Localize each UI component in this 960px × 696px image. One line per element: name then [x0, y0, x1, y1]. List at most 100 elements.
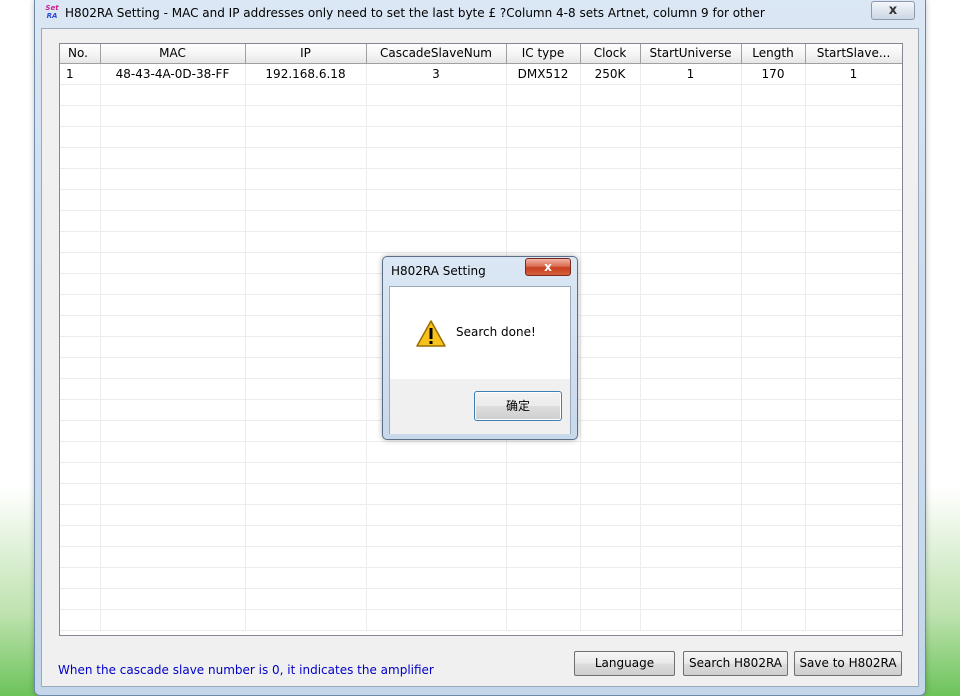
table-cell[interactable] — [100, 420, 246, 442]
table-cell[interactable] — [100, 546, 246, 568]
table-cell[interactable] — [741, 525, 806, 547]
table-row[interactable] — [60, 609, 902, 631]
table-cell[interactable] — [580, 126, 641, 148]
table-cell[interactable] — [741, 147, 806, 169]
table-cell[interactable] — [245, 84, 367, 106]
table-cell[interactable] — [640, 420, 742, 442]
table-cell[interactable] — [60, 273, 101, 295]
dialog-close-button[interactable]: x — [525, 258, 571, 276]
table-cell[interactable] — [640, 588, 742, 610]
save-to-h802ra-button[interactable]: Save to H802RA — [794, 651, 902, 676]
table-cell[interactable] — [506, 210, 581, 232]
table-cell[interactable] — [506, 189, 581, 211]
search-h802ra-button[interactable]: Search H802RA — [683, 651, 788, 676]
table-cell[interactable] — [100, 567, 246, 589]
language-button[interactable]: Language — [574, 651, 675, 676]
table-cell[interactable] — [366, 231, 507, 253]
table-row[interactable] — [60, 483, 902, 505]
table-cell[interactable] — [366, 462, 507, 484]
table-cell[interactable] — [245, 504, 367, 526]
table-cell[interactable] — [60, 357, 101, 379]
table-cell[interactable] — [245, 231, 367, 253]
cell-mac[interactable]: 48-43-4A-0D-38-FF — [100, 63, 246, 85]
table-cell[interactable] — [805, 525, 902, 547]
table-row[interactable] — [60, 168, 902, 190]
title-bar[interactable]: Set RA H802RA Setting - MAC and IP addre… — [35, 0, 925, 28]
table-cell[interactable] — [805, 189, 902, 211]
table-cell[interactable] — [506, 504, 581, 526]
table-cell[interactable] — [580, 210, 641, 232]
column-header-length[interactable]: Length — [741, 44, 806, 64]
table-cell[interactable] — [580, 483, 641, 505]
table-cell[interactable] — [100, 189, 246, 211]
column-header-ic-type[interactable]: IC type — [506, 44, 581, 64]
table-cell[interactable] — [60, 105, 101, 127]
table-cell[interactable] — [580, 84, 641, 106]
table-cell[interactable] — [741, 252, 806, 274]
table-cell[interactable] — [506, 168, 581, 190]
table-cell[interactable] — [100, 483, 246, 505]
cell-start-universe[interactable]: 1 — [640, 63, 742, 85]
table-cell[interactable] — [741, 84, 806, 106]
table-cell[interactable] — [60, 441, 101, 463]
window-close-button[interactable]: x — [871, 1, 915, 20]
table-cell[interactable] — [580, 504, 641, 526]
table-cell[interactable] — [100, 504, 246, 526]
table-cell[interactable] — [741, 168, 806, 190]
table-cell[interactable] — [741, 336, 806, 358]
table-cell[interactable] — [640, 462, 742, 484]
table-cell[interactable] — [805, 168, 902, 190]
table-row[interactable] — [60, 189, 902, 211]
table-cell[interactable] — [100, 84, 246, 106]
table-cell[interactable] — [366, 168, 507, 190]
table-cell[interactable] — [741, 420, 806, 442]
table-cell[interactable] — [245, 126, 367, 148]
table-cell[interactable] — [245, 147, 367, 169]
table-cell[interactable] — [60, 378, 101, 400]
table-cell[interactable] — [506, 546, 581, 568]
table-cell[interactable] — [741, 441, 806, 463]
table-cell[interactable] — [640, 378, 742, 400]
table-cell[interactable] — [580, 357, 641, 379]
table-cell[interactable] — [100, 315, 246, 337]
table-cell[interactable] — [741, 231, 806, 253]
table-cell[interactable] — [60, 525, 101, 547]
table-cell[interactable] — [100, 294, 246, 316]
table-row[interactable] — [60, 84, 902, 106]
table-cell[interactable] — [580, 336, 641, 358]
table-cell[interactable] — [580, 525, 641, 547]
table-cell[interactable] — [245, 546, 367, 568]
table-cell[interactable] — [805, 483, 902, 505]
table-cell[interactable] — [245, 336, 367, 358]
table-cell[interactable] — [640, 399, 742, 421]
table-cell[interactable] — [580, 273, 641, 295]
cell-no[interactable]: 1 — [60, 63, 101, 85]
table-cell[interactable] — [640, 252, 742, 274]
table-cell[interactable] — [805, 252, 902, 274]
table-cell[interactable] — [580, 252, 641, 274]
cell-length[interactable]: 170 — [741, 63, 806, 85]
table-cell[interactable] — [741, 210, 806, 232]
table-cell[interactable] — [805, 546, 902, 568]
table-row[interactable] — [60, 588, 902, 610]
table-cell[interactable] — [580, 294, 641, 316]
table-cell[interactable] — [60, 546, 101, 568]
table-cell[interactable] — [60, 252, 101, 274]
table-cell[interactable] — [366, 525, 507, 547]
table-cell[interactable] — [580, 546, 641, 568]
table-cell[interactable] — [741, 588, 806, 610]
column-header-clock[interactable]: Clock — [580, 44, 641, 64]
table-cell[interactable] — [506, 105, 581, 127]
table-cell[interactable] — [805, 441, 902, 463]
table-cell[interactable] — [506, 126, 581, 148]
table-cell[interactable] — [580, 399, 641, 421]
table-cell[interactable] — [245, 105, 367, 127]
table-cell[interactable] — [245, 273, 367, 295]
table-cell[interactable] — [245, 609, 367, 631]
table-cell[interactable] — [100, 399, 246, 421]
table-cell[interactable] — [100, 147, 246, 169]
table-cell[interactable] — [60, 336, 101, 358]
table-cell[interactable] — [640, 147, 742, 169]
table-cell[interactable] — [741, 378, 806, 400]
table-cell[interactable] — [60, 420, 101, 442]
